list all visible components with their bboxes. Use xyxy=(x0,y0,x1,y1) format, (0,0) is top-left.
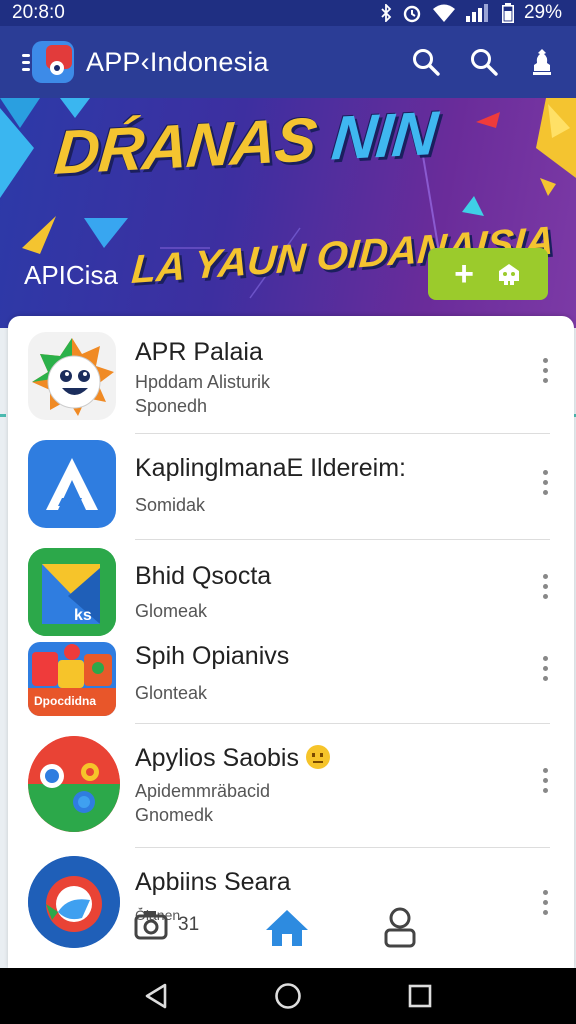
plus-icon: + xyxy=(454,255,474,293)
app-bar: APP‹Indonesia xyxy=(0,26,576,98)
menu-icon[interactable] xyxy=(22,53,30,71)
list-item[interactable]: KaplinglmanaE Ildereim: Somidak xyxy=(8,434,574,540)
svg-text:ks: ks xyxy=(74,607,92,624)
app-title: Apbiins Seara xyxy=(135,868,291,896)
more-options-icon[interactable] xyxy=(538,890,552,915)
battery-icon xyxy=(501,3,514,23)
more-options-icon[interactable] xyxy=(538,768,552,793)
profile-icon xyxy=(384,907,416,948)
app-subtitle: Somidak xyxy=(135,495,206,515)
list-item[interactable]: APR Palaia Hpddam Alisturik Sponedh xyxy=(8,316,574,434)
account-icon[interactable] xyxy=(526,46,558,78)
app-title: Bhid Qsocta xyxy=(135,562,272,590)
icon-label: Dpocdidna xyxy=(34,694,96,708)
app-list: APR Palaia Hpddam Alisturik Sponedh Kapl… xyxy=(8,316,574,968)
app-title: APR Palaia xyxy=(135,338,263,366)
more-options-icon[interactable] xyxy=(538,470,552,495)
cards-app-icon: Dpocdidna xyxy=(28,642,116,716)
home-button-icon[interactable] xyxy=(272,980,304,1012)
alarm-icon xyxy=(403,5,421,23)
app-title: APP‹Indonesia xyxy=(86,46,269,77)
app-subtitle: Sponedh xyxy=(135,396,208,416)
status-bar: 20:8:0 29% xyxy=(0,0,576,26)
search-icon[interactable] xyxy=(410,46,442,78)
bottom-tab-bar: 31 xyxy=(130,904,430,960)
promo-banner[interactable]: DŔANAS NIN LA YAUN OIDANAISIA APICisa + xyxy=(0,98,576,328)
search-icon-secondary[interactable] xyxy=(468,46,500,78)
decorative-mark xyxy=(0,414,6,417)
wifi-icon xyxy=(432,4,455,22)
system-nav-bar xyxy=(0,968,576,1024)
circle-app-icon xyxy=(28,736,120,832)
folded-map-app-icon: ks xyxy=(28,548,116,636)
list-item[interactable]: ks Bhid Qsocta Glomeak xyxy=(8,540,574,640)
status-icons: 29% xyxy=(380,2,562,24)
app-subtitle: Hpddam Alisturik xyxy=(135,372,271,392)
camera-icon xyxy=(134,911,168,940)
banner-subtitle: APICisa xyxy=(24,260,118,290)
back-icon[interactable] xyxy=(140,980,172,1012)
tab-camera[interactable]: 31 xyxy=(134,910,199,940)
app-title: Apylios Saobis xyxy=(135,744,330,773)
more-options-icon[interactable] xyxy=(538,358,552,383)
app-title: Spih Opianivs xyxy=(135,642,290,670)
emoji-icon xyxy=(305,745,330,769)
banner-action-button[interactable]: + xyxy=(428,248,548,300)
status-time: 20:8:0 xyxy=(12,2,65,23)
signal-icon xyxy=(465,4,488,22)
list-item[interactable]: Apylios Saobis Apidemmräbacid Gnomedk xyxy=(8,724,574,848)
home-icon xyxy=(266,910,308,946)
recents-icon[interactable] xyxy=(404,980,436,1012)
robot-icon xyxy=(498,264,519,285)
letter-a-app-icon xyxy=(28,440,116,528)
more-options-icon[interactable] xyxy=(538,574,552,599)
camera-count: 31 xyxy=(178,914,200,935)
battery-percent: 29% xyxy=(523,2,562,23)
ring-app-icon xyxy=(28,856,120,948)
app-title: KaplinglmanaE Ildereim: xyxy=(135,454,406,482)
app-subtitle: Glomeak xyxy=(135,601,208,621)
app-subtitle: Apidemmräbacid xyxy=(135,781,271,801)
app-subtitle: Glonteak xyxy=(135,683,208,703)
smiley-app-icon xyxy=(28,332,116,420)
list-item[interactable]: Dpocdidna Spih Opianivs Glonteak xyxy=(8,640,574,724)
app-logo xyxy=(32,41,74,83)
more-options-icon[interactable] xyxy=(538,656,552,681)
tab-profile[interactable] xyxy=(384,906,416,948)
bluetooth-icon xyxy=(381,4,392,22)
tab-home[interactable] xyxy=(264,908,310,948)
app-subtitle: Gnomedk xyxy=(135,805,214,825)
